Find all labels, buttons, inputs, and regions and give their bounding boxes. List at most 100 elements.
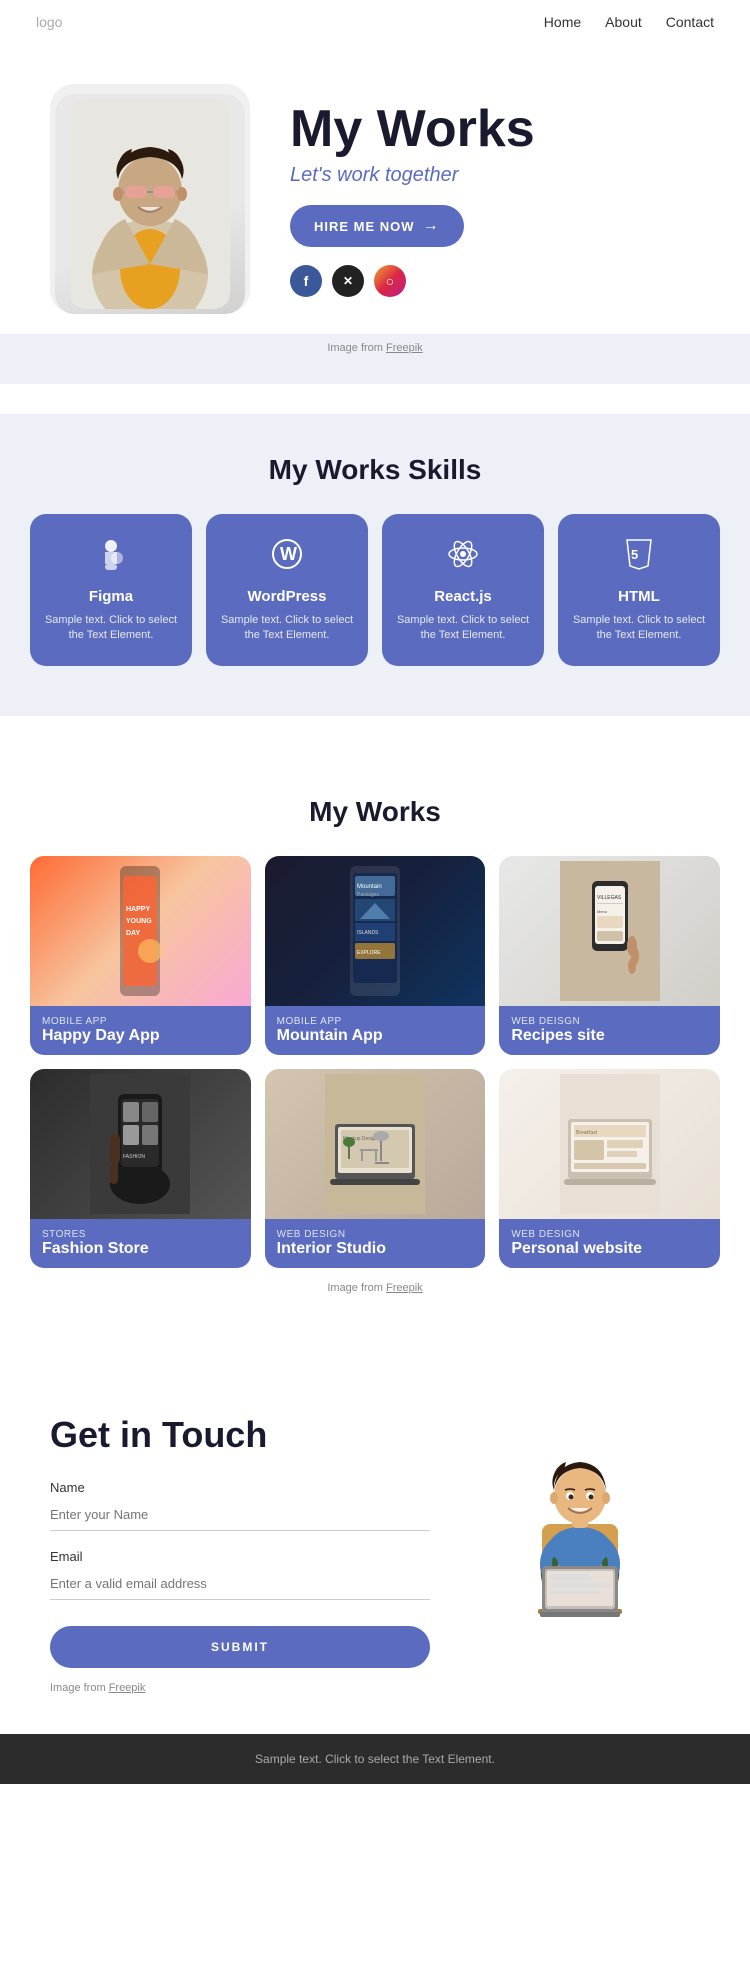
work-card-recipes[interactable]: VILLEGAS Menu WEB DEISGN Recipes site: [499, 856, 720, 1055]
html-icon: 5: [572, 536, 706, 580]
instagram-icon[interactable]: ○: [374, 265, 406, 297]
work-category-recipes: WEB DEISGN: [511, 1016, 708, 1027]
work-category-mountain: MOBILE APP: [277, 1016, 474, 1027]
work-name-mountain: Mountain App: [277, 1027, 474, 1045]
works-title: My Works: [30, 796, 720, 828]
hero-image: [55, 94, 245, 314]
hero-subtitle: Let's work together: [290, 164, 700, 187]
spacer-1: [0, 384, 750, 414]
hero-title: My Works: [290, 101, 700, 158]
footer: Sample text. Click to select the Text El…: [0, 1734, 750, 1784]
work-category-happy-day: MOBILE APP: [42, 1016, 239, 1027]
work-overlay-personal: WEB DESIGN Personal website: [499, 1219, 720, 1268]
freepik-link-contact[interactable]: Freepik: [109, 1682, 146, 1694]
skill-card-wordpress: W WordPress Sample text. Click to select…: [206, 514, 368, 666]
work-name-recipes: Recipes site: [511, 1027, 708, 1045]
react-desc: Sample text. Click to select the Text El…: [396, 613, 530, 644]
social-icons-row: f ✕ ○: [290, 265, 700, 297]
work-category-personal: WEB DESIGN: [511, 1229, 708, 1240]
work-img-interior: Mockup Design: [265, 1069, 486, 1219]
work-overlay-interior: WEB DESIGN Interior Studio: [265, 1219, 486, 1268]
work-overlay-mountain: MOBILE APP Mountain App: [265, 1006, 486, 1055]
nav-links: Home About Contact: [544, 14, 714, 30]
work-card-interior[interactable]: Mockup Design WEB DESIGN: [265, 1069, 486, 1268]
work-overlay-fashion: STORES Fashion Store: [30, 1219, 251, 1268]
x-icon[interactable]: ✕: [332, 265, 364, 297]
svg-text:FASHION: FASHION: [123, 1154, 145, 1160]
work-name-personal: Personal website: [511, 1240, 708, 1258]
svg-text:Mountain: Mountain: [357, 884, 382, 890]
figma-desc: Sample text. Click to select the Text El…: [44, 613, 178, 644]
name-input[interactable]: [50, 1499, 430, 1531]
html-name: HTML: [572, 588, 706, 605]
wordpress-desc: Sample text. Click to select the Text El…: [220, 613, 354, 644]
name-label: Name: [50, 1480, 430, 1495]
work-img-mountain: Mountain Packages ISLANDS EXPLORE: [265, 856, 486, 1006]
work-card-fashion[interactable]: FASHION STORES Fashion Store: [30, 1069, 251, 1268]
work-overlay-recipes: WEB DEISGN Recipes site: [499, 1006, 720, 1055]
hero-image-wrapper: [50, 84, 250, 314]
contact-image-wrap: [460, 1414, 700, 1634]
work-card-personal[interactable]: Breakfast WEB DESIGN Personal website: [499, 1069, 720, 1268]
work-category-interior: WEB DESIGN: [277, 1229, 474, 1240]
svg-text:ISLANDS: ISLANDS: [357, 930, 379, 936]
work-overlay-happy-day: MOBILE APP Happy Day App: [30, 1006, 251, 1055]
skills-grid: Figma Sample text. Click to select the T…: [30, 514, 720, 666]
skills-section: My Works Skills Figma Sample text. Click…: [0, 414, 750, 716]
svg-text:5: 5: [631, 547, 638, 562]
react-name: React.js: [396, 588, 530, 605]
skill-card-html: 5 HTML Sample text. Click to select the …: [558, 514, 720, 666]
work-img-happy-day: HAPPY YOUNG DAY: [30, 856, 251, 1006]
email-input[interactable]: [50, 1568, 430, 1600]
figma-name: Figma: [44, 588, 178, 605]
facebook-icon[interactable]: f: [290, 265, 322, 297]
works-section: My Works HAPPY YOUNG DAY MOBILE APP Happ…: [0, 746, 750, 1334]
hire-btn-arrow: →: [423, 217, 440, 235]
hire-btn-label: HIRE ME NOW: [314, 219, 415, 234]
nav-about[interactable]: About: [605, 14, 642, 30]
wordpress-name: WordPress: [220, 588, 354, 605]
wordpress-icon: W: [220, 536, 354, 580]
footer-text: Sample text. Click to select the Text El…: [255, 1752, 495, 1766]
nav-contact[interactable]: Contact: [666, 14, 714, 30]
submit-button[interactable]: SUBMIT: [50, 1626, 430, 1668]
hero-content-area: My Works Let's work together HIRE ME NOW…: [0, 44, 750, 334]
contact-form-area: Get in Touch Name Email SUBMIT Image fro…: [50, 1414, 430, 1694]
work-name-interior: Interior Studio: [277, 1240, 474, 1258]
svg-text:DAY: DAY: [126, 930, 140, 937]
nav-home[interactable]: Home: [544, 14, 581, 30]
freepik-link-hero[interactable]: Freepik: [386, 342, 423, 354]
html-desc: Sample text. Click to select the Text El…: [572, 613, 706, 644]
work-name-happy-day: Happy Day App: [42, 1027, 239, 1045]
work-category-fashion: STORES: [42, 1229, 239, 1240]
work-img-recipes: VILLEGAS Menu: [499, 856, 720, 1006]
hero-section: My Works Let's work together HIRE ME NOW…: [0, 44, 750, 384]
spacer-2: [0, 716, 750, 746]
hero-caption: Image from Freepik: [0, 342, 750, 354]
skill-card-figma: Figma Sample text. Click to select the T…: [30, 514, 192, 666]
work-name-fashion: Fashion Store: [42, 1240, 239, 1258]
figma-icon: [44, 536, 178, 580]
contact-section: Get in Touch Name Email SUBMIT Image fro…: [0, 1364, 750, 1724]
email-form-group: Email: [50, 1549, 430, 1600]
svg-text:HAPPY: HAPPY: [126, 906, 150, 913]
work-card-happy-day[interactable]: HAPPY YOUNG DAY MOBILE APP Happy Day App: [30, 856, 251, 1055]
freepik-link-works[interactable]: Freepik: [386, 1282, 423, 1294]
skills-title: My Works Skills: [30, 454, 720, 486]
hero-text-content: My Works Let's work together HIRE ME NOW…: [290, 101, 700, 297]
works-caption: Image from Freepik: [30, 1282, 720, 1324]
email-label: Email: [50, 1549, 430, 1564]
svg-text:VILLEGAS: VILLEGAS: [597, 895, 622, 901]
contact-caption: Image from Freepik: [50, 1682, 430, 1694]
svg-text:W: W: [280, 544, 297, 564]
svg-text:Breakfast: Breakfast: [576, 1130, 598, 1136]
work-card-mountain[interactable]: Mountain Packages ISLANDS EXPLORE MOBILE…: [265, 856, 486, 1055]
svg-text:Menu: Menu: [597, 909, 607, 914]
hire-me-button[interactable]: HIRE ME NOW →: [290, 205, 464, 247]
skill-card-react: React.js Sample text. Click to select th…: [382, 514, 544, 666]
navbar: logo Home About Contact: [0, 0, 750, 44]
react-icon: [396, 536, 530, 580]
contact-title: Get in Touch: [50, 1414, 430, 1456]
work-img-personal: Breakfast: [499, 1069, 720, 1219]
nav-logo: logo: [36, 14, 62, 30]
